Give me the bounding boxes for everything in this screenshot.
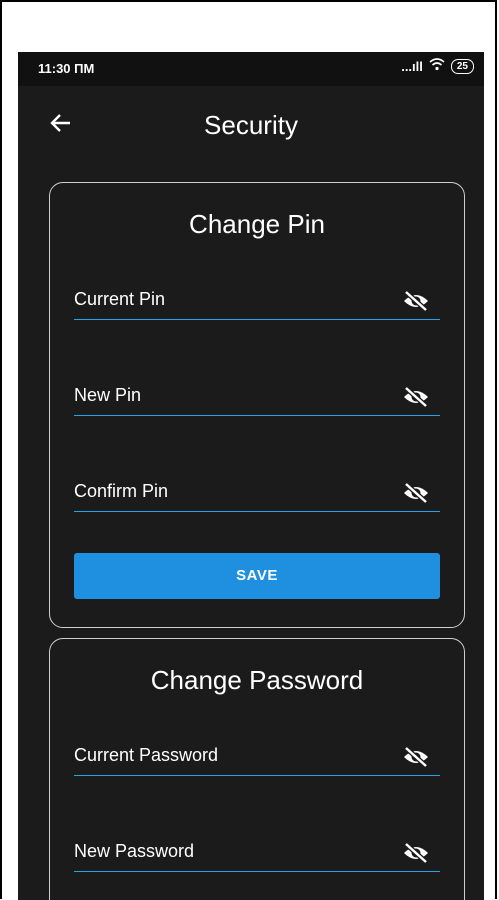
app-bar: Security: [18, 86, 484, 166]
eye-off-icon[interactable]: [402, 841, 430, 865]
page-title: Security: [204, 110, 298, 140]
current-password-field[interactable]: Current Password: [74, 735, 440, 776]
change-password-title: Change Password: [150, 665, 364, 695]
status-time: 11:30 ПМ: [38, 61, 95, 76]
confirm-pin-field[interactable]: Confirm Pin: [74, 471, 440, 512]
eye-off-icon[interactable]: [402, 289, 430, 313]
new-password-label: New Password: [74, 841, 195, 861]
status-icons: ...ıll 25: [401, 58, 474, 74]
change-pin-title: Change Pin: [189, 209, 325, 239]
eye-off-icon[interactable]: [402, 745, 430, 769]
current-pin-field[interactable]: Current Pin: [74, 279, 440, 320]
change-password-card: Change Password Current Password New Pas…: [49, 638, 465, 900]
current-pin-label: Current Pin: [74, 289, 166, 309]
new-password-field[interactable]: New Password: [74, 831, 440, 872]
confirm-pin-label: Confirm Pin: [74, 481, 169, 501]
new-pin-label: New Pin: [74, 385, 142, 405]
save-button[interactable]: SAVE: [74, 553, 440, 599]
new-pin-field[interactable]: New Pin: [74, 375, 440, 416]
battery-icon: 25: [450, 58, 474, 74]
eye-off-icon[interactable]: [402, 481, 430, 505]
change-pin-card: Change Pin Current Pin New Pin Confirm P…: [49, 182, 465, 628]
status-bar: 11:30 ПМ ...ıll 25: [18, 52, 484, 86]
current-password-label: Current Password: [74, 745, 219, 765]
signal-icon: ...ıll: [401, 58, 423, 74]
eye-off-icon[interactable]: [402, 385, 430, 409]
phone-screen: 11:30 ПМ ...ıll 25 Security Change Pin C…: [18, 52, 484, 900]
wifi-icon: [429, 58, 445, 74]
